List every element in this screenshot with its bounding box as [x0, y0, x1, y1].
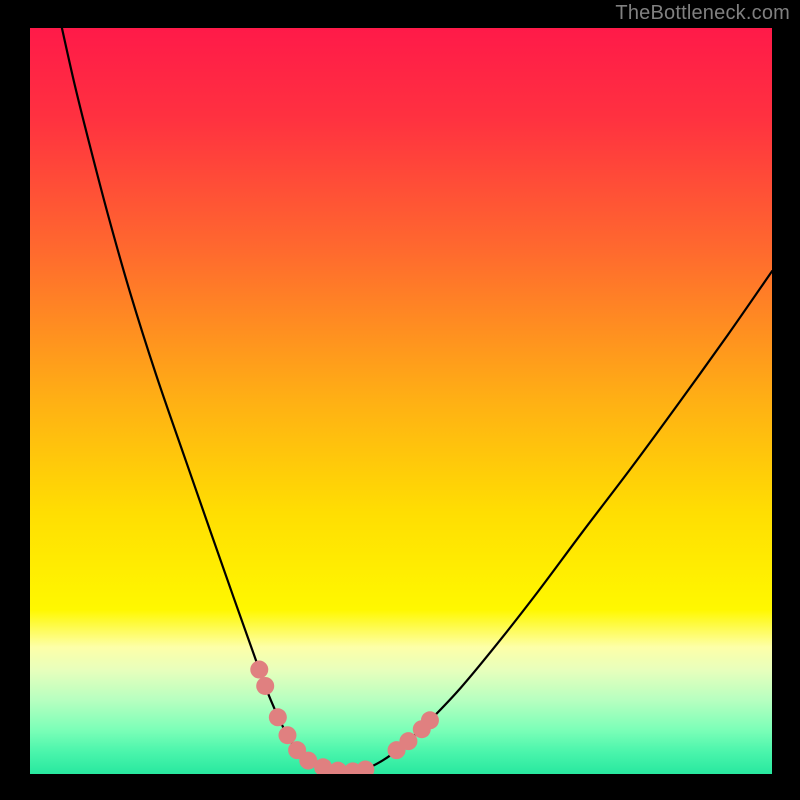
marker-markers-left [256, 677, 274, 695]
marker-markers-left [314, 758, 332, 776]
marker-markers-left [250, 661, 268, 679]
chart-stage: TheBottleneck.com [0, 0, 800, 800]
marker-markers-right [399, 732, 417, 750]
chart-svg [0, 0, 800, 800]
marker-markers-right [421, 711, 439, 729]
marker-markers-left [356, 761, 374, 779]
marker-markers-left [269, 708, 287, 726]
marker-markers-left [278, 726, 296, 744]
plot-background [30, 28, 772, 774]
watermark-text: TheBottleneck.com [615, 2, 790, 25]
